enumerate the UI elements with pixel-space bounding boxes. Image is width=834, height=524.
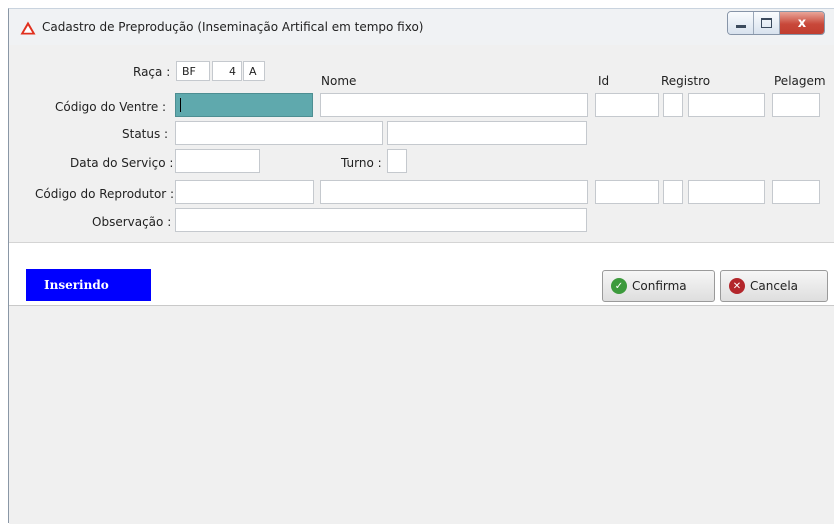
reprodutor-pelagem-field[interactable] (772, 180, 820, 204)
registro-header: Registro (661, 74, 711, 88)
form-area: Raça : BF 4 A Nome Id Registro Pelagem C… (9, 49, 834, 241)
raca-letter-field[interactable]: A (243, 61, 265, 81)
confirm-label: Confirma (632, 279, 687, 293)
status-description-field[interactable] (387, 121, 587, 145)
ventre-nome-field[interactable] (320, 93, 588, 117)
codigo-ventre-input[interactable] (175, 93, 313, 117)
warning-triangle-icon (20, 21, 36, 35)
minimize-button[interactable] (728, 12, 754, 34)
cancel-label: Cancela (750, 279, 799, 293)
text-caret (180, 98, 181, 112)
ventre-id-field[interactable] (595, 93, 659, 117)
ventre-registro-field[interactable] (688, 93, 765, 117)
separator-band (9, 242, 834, 269)
turno-label: Turno : (341, 156, 382, 170)
turno-input[interactable] (387, 149, 407, 173)
title-bar[interactable]: Cadastro de Preprodução (Inseminação Art… (9, 9, 834, 45)
cancel-x-icon: ✕ (729, 278, 745, 294)
reprodutor-nome-field[interactable] (320, 180, 588, 204)
raca-number-field[interactable]: 4 (212, 61, 242, 81)
maximize-button[interactable] (754, 12, 780, 34)
close-icon: x (797, 15, 807, 31)
status-input[interactable] (175, 121, 383, 145)
maximize-icon (761, 18, 772, 28)
reprodutor-registro-field[interactable] (688, 180, 765, 204)
nome-header: Nome (321, 74, 357, 88)
close-button[interactable]: x (780, 12, 824, 34)
id-header: Id (598, 74, 610, 88)
caption-buttons: x (727, 11, 825, 35)
codigo-reprodutor-label: Código do Reprodutor : (35, 187, 175, 201)
pelagem-header: Pelagem (774, 74, 826, 88)
window-title: Cadastro de Preprodução (Inseminação Art… (42, 20, 424, 34)
codigo-ventre-label: Código do Ventre : (55, 100, 167, 114)
confirm-button[interactable]: ✓ Confirma (602, 270, 715, 302)
mode-indicator: Inserindo (26, 269, 151, 301)
ventre-flag-field[interactable] (663, 93, 683, 117)
observacao-label: Observação : (92, 215, 172, 229)
form-window: Cadastro de Preprodução (Inseminação Art… (8, 8, 834, 524)
empty-content-area (9, 306, 834, 524)
raca-code-field[interactable]: BF (176, 61, 210, 81)
reprodutor-id-field[interactable] (595, 180, 659, 204)
ventre-pelagem-field[interactable] (772, 93, 820, 117)
codigo-reprodutor-input[interactable] (175, 180, 314, 204)
check-icon: ✓ (611, 278, 627, 294)
status-label: Status : (122, 127, 169, 141)
data-servico-input[interactable] (175, 149, 260, 173)
minimize-icon (735, 25, 746, 28)
raca-label: Raça : (133, 65, 171, 79)
action-bar: Inserindo ✓ Confirma ✕ Cancela (9, 268, 834, 306)
reprodutor-flag-field[interactable] (663, 180, 683, 204)
observacao-input[interactable] (175, 208, 587, 232)
cancel-button[interactable]: ✕ Cancela (720, 270, 828, 302)
data-servico-label: Data do Serviço : (70, 156, 174, 170)
